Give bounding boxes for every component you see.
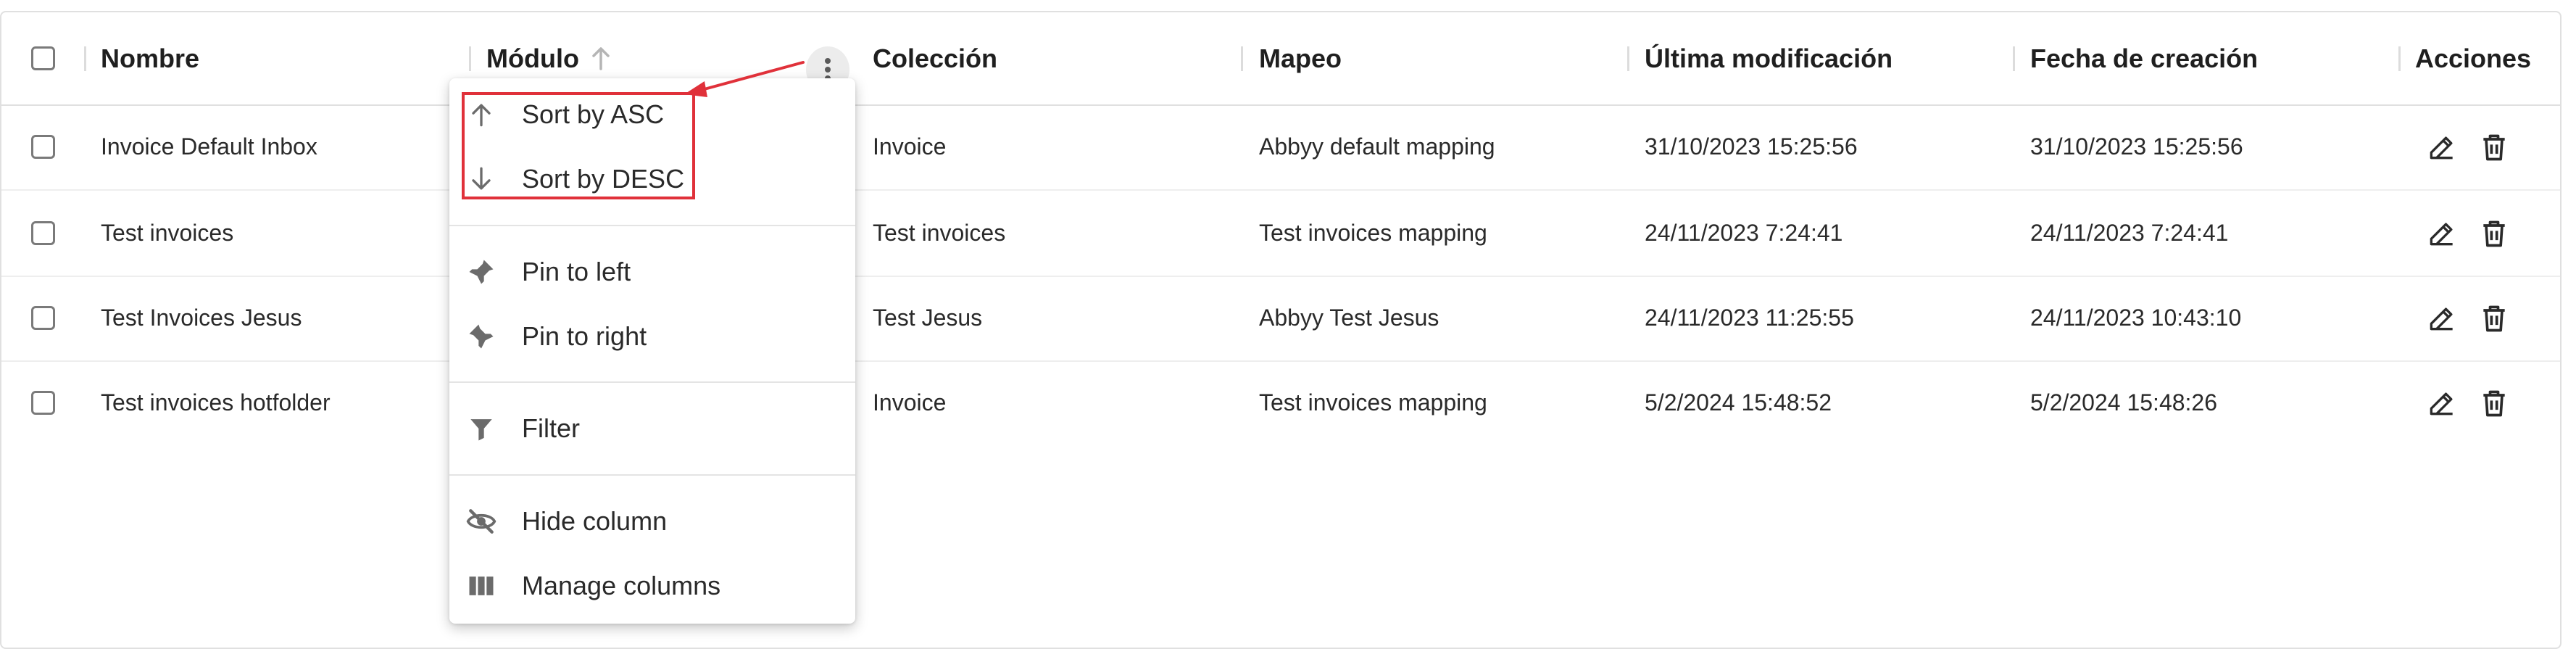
annotation-highlight-box [462, 92, 695, 199]
cell-mapeo: Test invoices mapping [1259, 220, 1487, 246]
cell-mapeo: Abbyy Test Jesus [1259, 305, 1439, 331]
column-separator[interactable] [469, 46, 471, 71]
column-header-label: Acciones [2415, 43, 2532, 73]
table-row[interactable]: Test invoices hotfolder Invoice Test inv… [1, 360, 2560, 445]
menu-item-pin-left[interactable]: Pin to left [449, 243, 855, 301]
column-separator[interactable] [2013, 46, 2015, 71]
menu-item-label: Manage columns [522, 571, 721, 600]
cell-nombre: Test Invoices Jesus [101, 305, 302, 331]
column-header-label: Fecha de creación [2030, 43, 2259, 73]
column-header-ultima-modificacion[interactable]: Última modificación [1645, 12, 1892, 104]
menu-item-filter[interactable]: Filter [449, 400, 855, 458]
column-header-coleccion[interactable]: Colección [873, 12, 997, 104]
cell-nombre: Invoice Default Inbox [101, 133, 317, 160]
cell-fecha-creacion: 24/11/2023 7:24:41 [2030, 220, 2229, 246]
pencil-icon[interactable] [2426, 387, 2458, 419]
menu-item-label: Pin to right [522, 321, 647, 351]
cell-fecha-creacion: 5/2/2024 15:48:26 [2030, 389, 2218, 416]
menu-item-label: Pin to left [522, 257, 631, 286]
cell-fecha-creacion: 24/11/2023 10:43:10 [2030, 305, 2242, 331]
column-header-label: Última modificación [1645, 43, 1893, 73]
menu-item-manage-columns[interactable]: Manage columns [449, 557, 855, 615]
column-header-label: Nombre [101, 43, 200, 73]
header-row: Nombre Módulo Colección Mapeo Última mod… [1, 12, 2560, 106]
row-checkbox[interactable] [31, 221, 55, 245]
pin-icon [469, 260, 494, 284]
cell-ultima-modificacion: 31/10/2023 15:25:56 [1645, 133, 1858, 160]
select-all-checkbox[interactable] [31, 46, 55, 70]
table-row[interactable]: Test Invoices Jesus Test Jesus Abbyy Tes… [1, 276, 2560, 362]
column-header-acciones: Acciones [2415, 12, 2531, 104]
column-header-nombre[interactable]: Nombre [101, 12, 199, 104]
row-checkbox[interactable] [31, 391, 55, 415]
row-checkbox[interactable] [31, 306, 55, 330]
row-checkbox[interactable] [31, 135, 55, 159]
cell-ultima-modificacion: 24/11/2023 7:24:41 [1645, 220, 1843, 246]
cell-coleccion: Test Jesus [873, 305, 983, 331]
cell-fecha-creacion: 31/10/2023 15:25:56 [2030, 133, 2243, 160]
funnel-icon [470, 419, 492, 441]
menu-divider [449, 225, 855, 226]
menu-divider [449, 474, 855, 476]
data-grid: Nombre Módulo Colección Mapeo Última mod… [0, 11, 2562, 649]
sort-arrow-up-icon[interactable] [591, 46, 611, 72]
eye-off-icon [466, 509, 496, 534]
cell-coleccion: Invoice [873, 389, 947, 416]
column-separator[interactable] [1627, 46, 1629, 71]
cell-nombre: Test invoices [101, 220, 234, 246]
columns-icon [469, 576, 494, 595]
cell-ultima-modificacion: 5/2/2024 15:48:52 [1645, 389, 1832, 416]
menu-item-pin-right[interactable]: Pin to right [449, 307, 855, 365]
cell-mapeo: Abbyy default mapping [1259, 133, 1495, 160]
pencil-icon[interactable] [2426, 218, 2458, 249]
menu-item-label: Hide column [522, 506, 668, 536]
table-row[interactable]: Invoice Default Inbox Invoice Abbyy defa… [1, 104, 2560, 191]
column-separator[interactable] [2398, 46, 2401, 71]
trash-icon[interactable] [2478, 218, 2510, 249]
column-header-label: Colección [873, 43, 998, 73]
cell-coleccion: Test invoices [873, 220, 1006, 246]
menu-divider [449, 381, 855, 383]
cell-ultima-modificacion: 24/11/2023 11:25:55 [1645, 305, 1854, 331]
cell-mapeo: Test invoices mapping [1259, 389, 1487, 416]
pencil-icon[interactable] [2426, 302, 2458, 334]
cell-coleccion: Invoice [873, 133, 947, 160]
menu-item-label: Filter [522, 413, 580, 443]
pin-icon [469, 324, 494, 349]
table-row[interactable]: Test invoices Test invoices Test invoice… [1, 191, 2560, 277]
column-header-mapeo[interactable]: Mapeo [1259, 12, 1342, 104]
column-header-fecha-creacion[interactable]: Fecha de creación [2030, 12, 2258, 104]
column-separator[interactable] [1241, 46, 1243, 71]
pencil-icon[interactable] [2426, 131, 2458, 163]
trash-icon[interactable] [2478, 302, 2510, 334]
column-header-label: Módulo [486, 43, 579, 73]
menu-item-hide-column[interactable]: Hide column [449, 492, 855, 550]
cell-nombre: Test invoices hotfolder [101, 389, 331, 416]
column-header-label: Mapeo [1259, 43, 1342, 73]
trash-icon[interactable] [2478, 387, 2510, 419]
trash-icon[interactable] [2478, 131, 2510, 163]
column-separator[interactable] [84, 46, 86, 71]
